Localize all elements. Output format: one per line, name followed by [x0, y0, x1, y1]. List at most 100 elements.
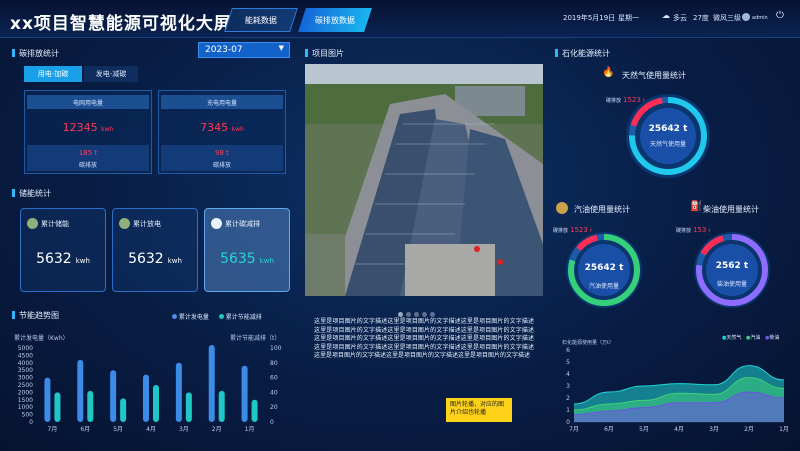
- x-tick: 2月: [744, 426, 754, 433]
- y-tick-left: 4000: [18, 360, 33, 367]
- carousel-dot[interactable]: [398, 312, 403, 317]
- header-date: 2019年5月19日: [563, 14, 616, 22]
- tab-power-use[interactable]: 用电-加碳: [24, 66, 82, 82]
- y-tick: 4: [566, 371, 570, 378]
- diesel-title: 柴油使用量统计: [703, 205, 759, 214]
- y-tick-left: 3500: [18, 367, 33, 374]
- month-select[interactable]: 2023-07 ▼: [198, 42, 290, 58]
- storage-card-discharge: 累计放电 5632 kwh: [112, 208, 198, 292]
- bar-reduction: [185, 392, 192, 422]
- y-tick-right: 20: [270, 404, 278, 411]
- x-tick: 6月: [80, 426, 90, 433]
- y-tick-right: 0: [270, 419, 274, 426]
- battery-icon: [27, 218, 38, 229]
- bar-generation: [143, 374, 149, 422]
- power-icon[interactable]: ⏻: [776, 10, 784, 21]
- carbon-section-title: 碳排放统计: [12, 48, 59, 59]
- x-tick: 1月: [245, 426, 255, 433]
- gas-ring: [626, 94, 710, 178]
- header-weekday: 星期一: [618, 14, 639, 22]
- dashboard: xx项目智慧能源可视化大屏 能耗数据 碳排放数据 2019年5月19日 星期一 …: [0, 0, 800, 451]
- grid-power-value-line: 12345 kwh: [62, 121, 114, 134]
- y-tick-left: 2500: [18, 382, 33, 389]
- grid-power-card: 电网用电量 12345 kwh 185 t 碳排放: [24, 90, 152, 174]
- storage-card-value: 5632 kwh: [36, 251, 90, 267]
- carousel-dot[interactable]: [430, 312, 435, 317]
- storage-card-value: 5635 kwh: [220, 251, 274, 267]
- gas-pump-icon: ⛽: [690, 201, 703, 212]
- y-tick-left: 3000: [18, 375, 33, 382]
- bar-reduction: [153, 385, 159, 422]
- project-caption: 这里是项目图片的文字描述这里是项目图片的文字描述这里是项目图片的文字描述这里是项…: [314, 318, 534, 360]
- charge-power-card: 充电用电量 7345 kwh 98 t 碳排放: [158, 90, 286, 174]
- tab-energy-data[interactable]: 能耗数据: [224, 8, 298, 32]
- bar-generation: [44, 377, 51, 422]
- bar-generation: [208, 345, 215, 422]
- gas-label: 天然气使用量: [649, 141, 686, 148]
- storage-card-label: 累计储能: [41, 220, 69, 228]
- carousel-dot[interactable]: [406, 312, 411, 317]
- x-tick: 3月: [179, 426, 189, 433]
- project-photo: [305, 64, 543, 296]
- header-wind: 微风三级: [713, 14, 741, 22]
- x-tick: 4月: [146, 426, 156, 433]
- bar-reduction: [251, 399, 258, 422]
- trend-section-title: 节能趋势图: [12, 310, 59, 321]
- y-tick-right: 80: [270, 360, 278, 367]
- header-temperature: 27度: [693, 14, 709, 22]
- charge-power-value-line: 7345 kwh: [200, 121, 244, 134]
- gas-title: 天然气使用量统计: [622, 71, 686, 80]
- header-weather: 多云: [673, 14, 687, 22]
- discharge-icon: [119, 218, 130, 229]
- petrol-value: 25642 t: [584, 263, 624, 273]
- legend-dot: [218, 314, 224, 319]
- y-tick-left: 0: [29, 419, 33, 426]
- fuel-icon: [556, 202, 568, 214]
- carousel-dot[interactable]: [422, 312, 427, 317]
- y-tick-left: 2000: [18, 389, 33, 396]
- y-tick: 1: [566, 407, 570, 414]
- storage-card-label: 累计放电: [133, 220, 161, 228]
- avatar[interactable]: [742, 13, 750, 21]
- y-tick-left: 1000: [18, 404, 33, 411]
- fossil-area-chart: 0 1 2 3 4 5 6 7月 6月 5月 4月 3月 2月 1月: [566, 347, 789, 433]
- y-tick-right: 40: [270, 389, 278, 396]
- y-tick-right: 100: [270, 345, 282, 352]
- y-tick-left: 5000: [18, 345, 33, 352]
- x-tick: 2月: [212, 426, 222, 433]
- storage-card-label: 累计碳减排: [225, 220, 260, 228]
- x-tick: 7月: [569, 426, 579, 433]
- grid-power-emission: 185 t: [78, 149, 98, 157]
- x-tick: 4月: [674, 426, 684, 433]
- bar-reduction: [87, 390, 94, 422]
- flame-icon: 🔥: [602, 67, 615, 78]
- bar-generation: [175, 362, 182, 422]
- project-tooltip: 图片轮播，对应的图片介绍也轮播: [446, 398, 512, 422]
- carousel-dot[interactable]: [414, 312, 419, 317]
- charge-power-head: 充电用电量: [161, 95, 283, 109]
- x-tick: 5月: [113, 426, 123, 433]
- solar-roof-photo: [305, 64, 543, 296]
- page-title: xx项目智慧能源可视化大屏: [10, 14, 232, 34]
- fossil-section-title: 石化能源统计: [555, 48, 610, 59]
- cloud-icon: ☁: [662, 11, 670, 20]
- x-tick: 1月: [779, 426, 789, 433]
- bar-generation: [241, 365, 248, 422]
- legend-dot: [172, 314, 177, 319]
- x-tick: 7月: [48, 426, 58, 433]
- tab-power-generation[interactable]: 发电-减碳: [84, 66, 138, 82]
- charge-power-emission: 98 t: [215, 149, 229, 157]
- y-tick: 5: [566, 359, 570, 366]
- petrol-title: 汽油使用量统计: [574, 205, 630, 214]
- y-tick: 3: [566, 383, 570, 390]
- tab-carbon-data[interactable]: 碳排放数据: [298, 8, 372, 32]
- leaf-icon: [211, 218, 222, 229]
- y-tick-left: 500: [22, 412, 34, 419]
- petrol-label: 汽油使用量: [588, 283, 619, 290]
- gas-value: 25642 t: [648, 124, 688, 134]
- username[interactable]: admin: [752, 15, 768, 21]
- header-bar: xx项目智慧能源可视化大屏 能耗数据 碳排放数据 2019年5月19日 星期一 …: [0, 0, 800, 38]
- bar-reduction: [120, 398, 127, 422]
- x-tick: 5月: [639, 426, 649, 433]
- grid-power-emission-label: 碳排放: [78, 162, 97, 169]
